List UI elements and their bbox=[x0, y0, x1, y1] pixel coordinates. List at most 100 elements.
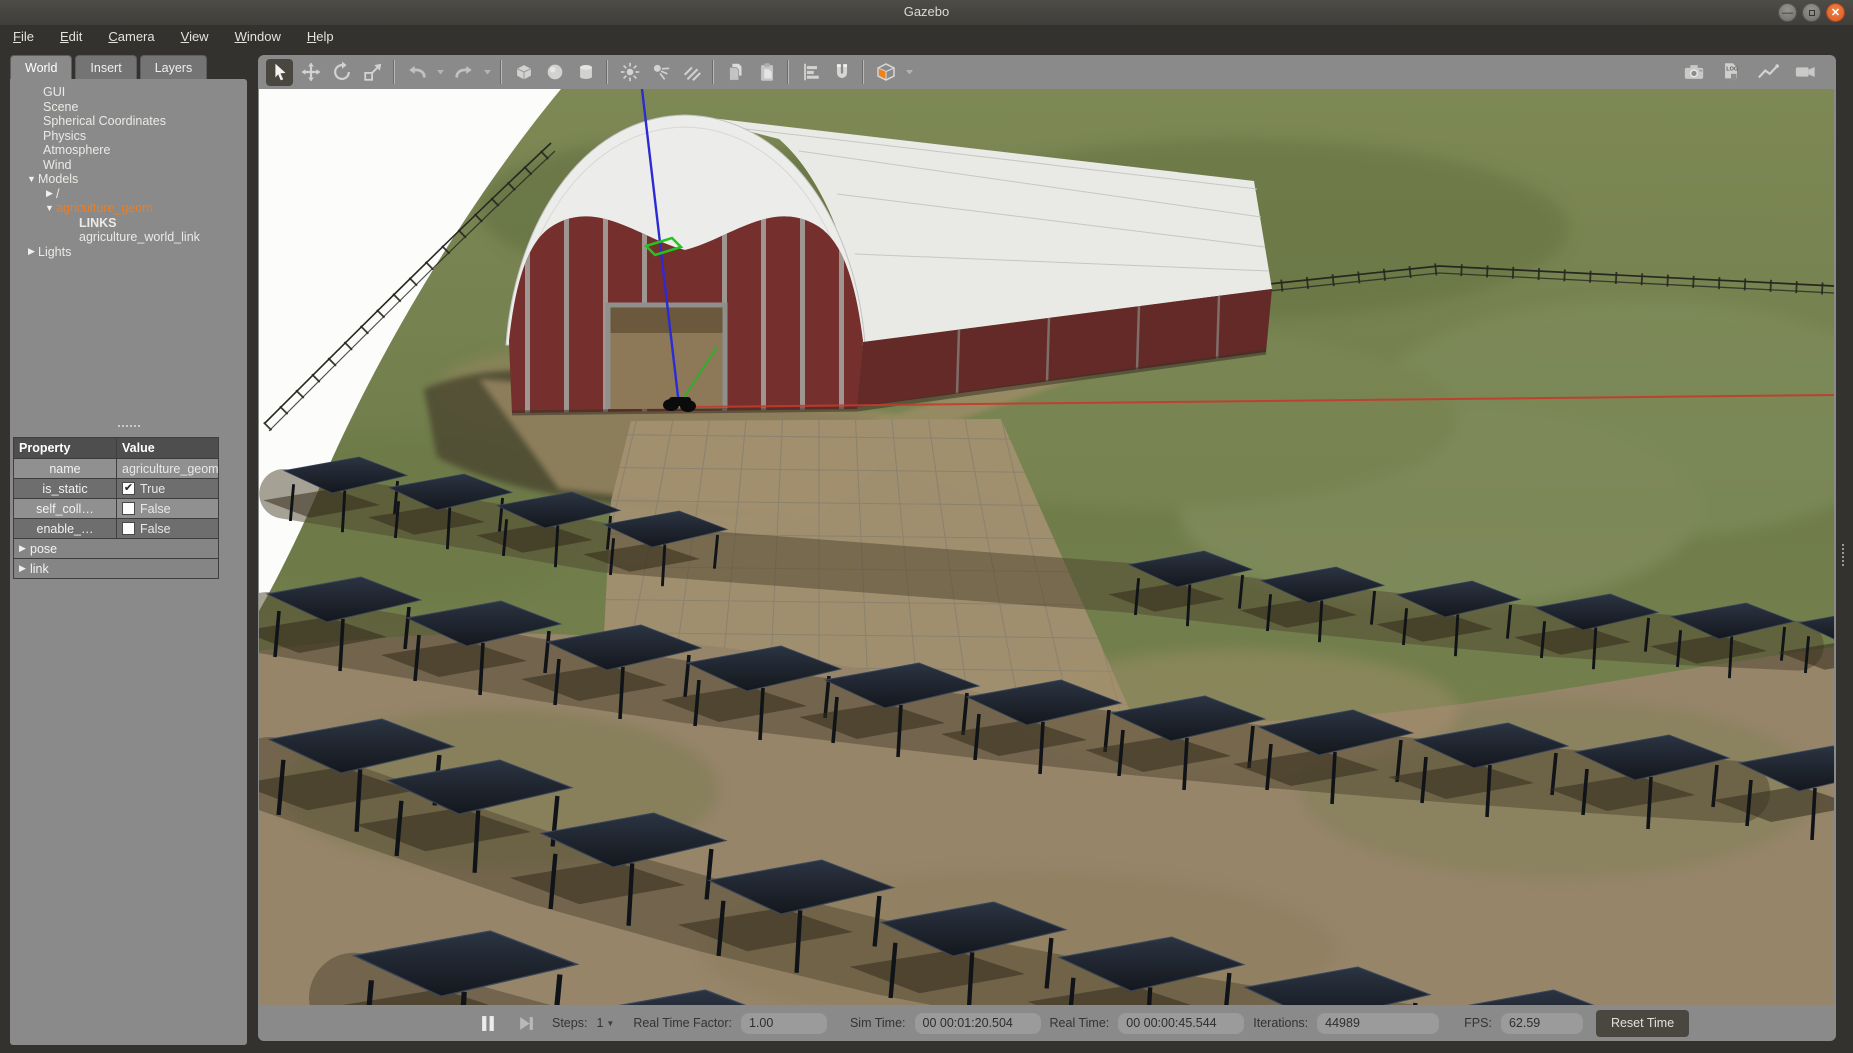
toolbar-spot-light-button[interactable] bbox=[647, 59, 674, 86]
toolbar-undo-button[interactable] bbox=[403, 59, 430, 86]
expanded-arrow-icon[interactable]: ▼ bbox=[43, 203, 56, 213]
tree-item-gui[interactable]: GUI bbox=[10, 85, 247, 100]
property-table: PropertyValuenameagriculture_geomis_stat… bbox=[13, 437, 219, 579]
toolbar-translate-button[interactable] bbox=[297, 59, 324, 86]
property-name: name bbox=[14, 462, 116, 476]
toolbar-directional-light-button[interactable] bbox=[678, 59, 705, 86]
property-header: Property bbox=[14, 441, 116, 455]
render-toolbar: LOG bbox=[258, 55, 1836, 89]
property-row-self-coll-[interactable]: self_coll…False bbox=[14, 498, 218, 518]
scale-icon bbox=[362, 61, 384, 83]
menu-camera[interactable]: Camera bbox=[108, 29, 154, 44]
rtf-field[interactable]: 1.00 bbox=[741, 1013, 827, 1034]
tree-item-agriculture-world-link[interactable]: agriculture_world_link bbox=[10, 230, 247, 245]
fps-field[interactable]: 62.59 bbox=[1501, 1013, 1583, 1034]
tree-item-lights[interactable]: ▶Lights bbox=[10, 245, 247, 260]
collapsed-arrow-icon[interactable]: ▶ bbox=[14, 543, 30, 554]
toolbar-undo-menu-button[interactable] bbox=[434, 59, 446, 86]
tab-insert[interactable]: Insert bbox=[75, 55, 136, 79]
tree-item--[interactable]: ▶/ bbox=[10, 187, 247, 202]
property-value[interactable]: False bbox=[116, 519, 218, 538]
tree-item-label: GUI bbox=[43, 85, 65, 99]
rotate-icon bbox=[331, 61, 353, 83]
toolbar-cylinder-button[interactable] bbox=[572, 59, 599, 86]
collapsed-arrow-icon[interactable]: ▶ bbox=[25, 246, 38, 257]
close-button[interactable]: ✕ bbox=[1826, 3, 1845, 22]
menu-window[interactable]: Window bbox=[235, 29, 281, 44]
3d-viewport[interactable] bbox=[259, 89, 1834, 1005]
maximize-button[interactable] bbox=[1802, 3, 1821, 22]
tree-item-atmosphere[interactable]: Atmosphere bbox=[10, 143, 247, 158]
toolbar-point-light-button[interactable] bbox=[616, 59, 643, 86]
toolbar-view-angle-menu-button[interactable] bbox=[903, 59, 915, 86]
toolbar-sphere-button[interactable] bbox=[541, 59, 568, 86]
toolbar-scale-button[interactable] bbox=[359, 59, 386, 86]
toolbar-redo-button[interactable] bbox=[450, 59, 477, 86]
real-time-field[interactable]: 00 00:00:45.544 bbox=[1118, 1013, 1244, 1034]
tree-item-scene[interactable]: Scene bbox=[10, 100, 247, 115]
plot-icon bbox=[1756, 61, 1780, 83]
toolbar-paste-button[interactable] bbox=[753, 59, 780, 86]
toolbar-copy-button[interactable] bbox=[722, 59, 749, 86]
menu-view[interactable]: View bbox=[181, 29, 209, 44]
menu-file[interactable]: File bbox=[13, 29, 34, 44]
tree-item-label: Lights bbox=[38, 245, 71, 259]
menu-edit[interactable]: Edit bbox=[60, 29, 82, 44]
property-name: is_static bbox=[14, 482, 116, 496]
tree-item-wind[interactable]: Wind bbox=[10, 158, 247, 173]
toolbar-video-record-button[interactable] bbox=[1791, 59, 1818, 86]
collapsed-arrow-icon[interactable]: ▶ bbox=[43, 188, 56, 199]
iterations-field[interactable]: 44989 bbox=[1317, 1013, 1439, 1034]
property-row-link[interactable]: ▶link bbox=[14, 558, 218, 578]
property-value[interactable]: ✔True bbox=[116, 479, 218, 498]
tree-item-label: Physics bbox=[43, 129, 86, 143]
tree-item-spherical-coordinates[interactable]: Spherical Coordinates bbox=[10, 114, 247, 129]
titlebar: Gazebo — ✕ bbox=[0, 0, 1853, 25]
toolbar-box-button[interactable] bbox=[510, 59, 537, 86]
checkbox-checked-icon[interactable]: ✔ bbox=[122, 482, 135, 495]
steps-dropdown[interactable]: 1 ▼ bbox=[596, 1016, 614, 1030]
tree-item-agriculture-geom[interactable]: ▼agriculture_geom bbox=[10, 201, 247, 216]
property-name: enable_… bbox=[14, 522, 116, 536]
right-splitter-handle[interactable] bbox=[1839, 543, 1847, 567]
menu-help[interactable]: Help bbox=[307, 29, 334, 44]
toolbar-view-angle-button[interactable] bbox=[872, 59, 899, 86]
collapsed-arrow-icon[interactable]: ▶ bbox=[14, 563, 30, 574]
toolbar-rotate-button[interactable] bbox=[328, 59, 355, 86]
left-panel: World Insert Layers GUISceneSpherical Co… bbox=[10, 55, 247, 1045]
toolbar-separator bbox=[713, 60, 714, 84]
value-header: Value bbox=[116, 438, 218, 458]
reset-time-button[interactable]: Reset Time bbox=[1596, 1010, 1689, 1037]
step-button[interactable] bbox=[518, 1015, 535, 1032]
toolbar-select-button[interactable] bbox=[266, 59, 293, 86]
toolbar-align-button[interactable] bbox=[797, 59, 824, 86]
sphere-icon bbox=[544, 61, 566, 83]
tree-item-models[interactable]: ▼Models bbox=[10, 172, 247, 187]
toolbar-plot-button[interactable] bbox=[1754, 59, 1781, 86]
tab-layers[interactable]: Layers bbox=[140, 55, 208, 79]
tree-item-links[interactable]: LINKS bbox=[10, 216, 247, 231]
property-row-enable-[interactable]: enable_…False bbox=[14, 518, 218, 538]
real-time-label: Real Time: bbox=[1050, 1016, 1110, 1030]
checkbox-unchecked-icon[interactable] bbox=[122, 502, 135, 515]
panel-splitter-handle[interactable] bbox=[10, 422, 247, 430]
property-value[interactable]: False bbox=[116, 499, 218, 518]
property-row-pose[interactable]: ▶pose bbox=[14, 538, 218, 558]
property-row-is-static[interactable]: is_static✔True bbox=[14, 478, 218, 498]
toolbar-screenshot-button[interactable] bbox=[1680, 59, 1707, 86]
checkbox-unchecked-icon[interactable] bbox=[122, 522, 135, 535]
property-value[interactable]: agriculture_geom bbox=[116, 459, 218, 478]
toolbar-snap-button[interactable] bbox=[828, 59, 855, 86]
tree-item-physics[interactable]: Physics bbox=[10, 129, 247, 144]
property-row-name[interactable]: nameagriculture_geom bbox=[14, 458, 218, 478]
world-panel-body: GUISceneSpherical CoordinatesPhysicsAtmo… bbox=[10, 79, 247, 1045]
minimize-button[interactable]: — bbox=[1778, 3, 1797, 22]
property-table-header: PropertyValue bbox=[14, 438, 218, 458]
sim-time-field[interactable]: 00 00:01:20.504 bbox=[915, 1013, 1041, 1034]
pause-button[interactable] bbox=[480, 1015, 497, 1032]
screenshot-icon bbox=[1682, 61, 1706, 83]
toolbar-log-record-button[interactable]: LOG bbox=[1717, 59, 1744, 86]
expanded-arrow-icon[interactable]: ▼ bbox=[25, 174, 38, 184]
toolbar-redo-menu-button[interactable] bbox=[481, 59, 493, 86]
tab-world[interactable]: World bbox=[10, 55, 72, 79]
